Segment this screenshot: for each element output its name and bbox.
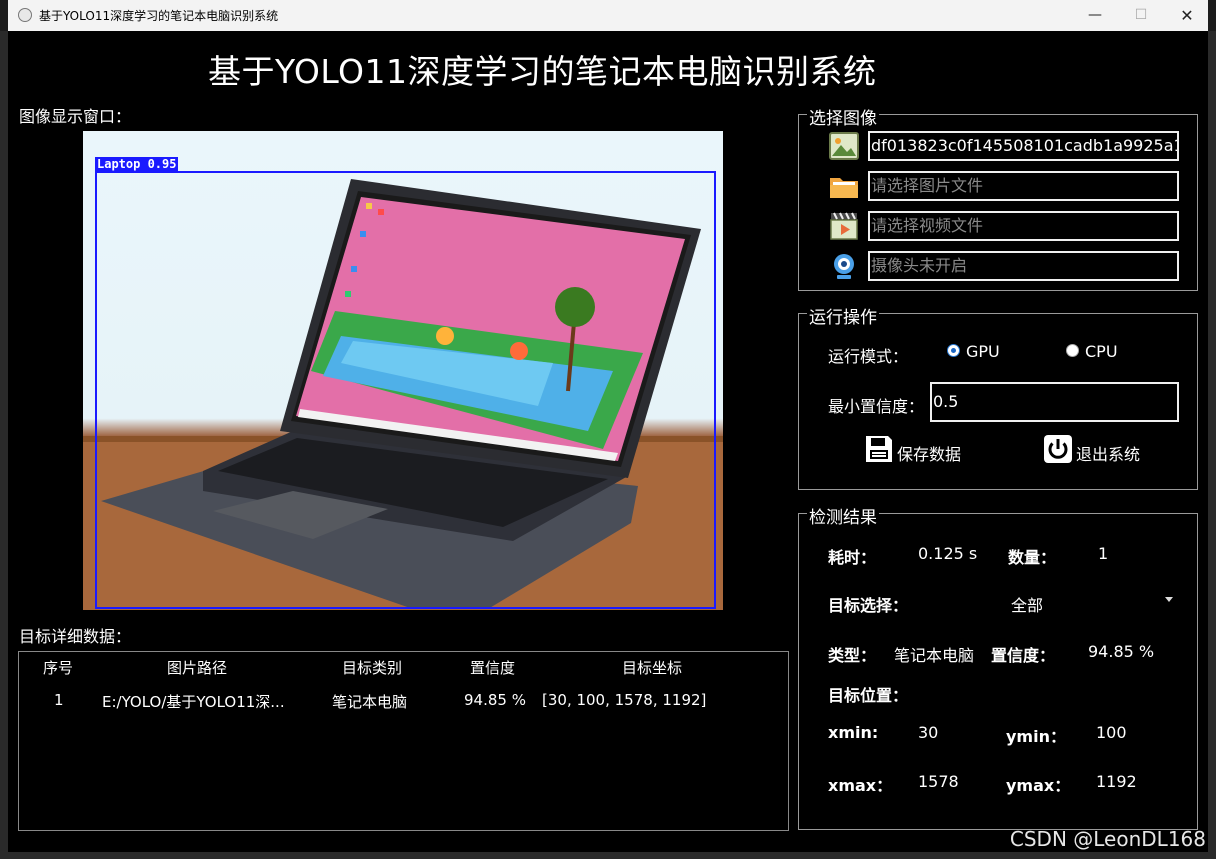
exit-button[interactable]: 退出系统 (1043, 434, 1153, 466)
type-label: 类型： (828, 646, 877, 665)
cell-index: 1 (54, 691, 64, 709)
results-title: 检测结果 (807, 503, 879, 528)
cell-confidence: 94.85 % (464, 691, 526, 709)
details-label: 目标详细数据： (19, 627, 132, 646)
close-button[interactable]: ✕ (1164, 0, 1210, 31)
time-label: 耗时： (828, 548, 877, 567)
chevron-down-icon[interactable] (1165, 597, 1173, 602)
webcam-icon[interactable] (828, 251, 860, 281)
detection-label: Laptop 0.95 (95, 157, 179, 171)
target-select-dropdown[interactable]: 全部 (998, 587, 1178, 615)
conf-value: 94.85 % (1088, 642, 1155, 661)
minimize-button[interactable]: — (1072, 0, 1118, 31)
xmin-label: xmin: (828, 723, 879, 742)
save-button-label: 保存数据 (897, 445, 962, 464)
target-select-label: 目标选择： (828, 596, 909, 615)
time-value: 0.125 s (918, 544, 978, 563)
detection-box (95, 171, 716, 609)
camera-field[interactable]: 摄像头未开启 (868, 251, 1179, 281)
ymin-label: ymin： (1006, 727, 1066, 746)
maximize-button[interactable]: ☐ (1118, 0, 1164, 31)
column-header-confidence[interactable]: 置信度 (470, 657, 515, 678)
app-icon (18, 8, 32, 22)
xmax-label: xmax： (828, 776, 893, 795)
min-conf-label: 最小置信度： (828, 397, 925, 416)
select-image-title: 选择图像 (807, 104, 879, 129)
gpu-radio[interactable] (947, 344, 960, 357)
cell-path: E:/YOLO/基于YOLO11深... (102, 693, 285, 711)
ymax-label: ymax： (1006, 776, 1071, 795)
folder-icon[interactable] (828, 171, 860, 201)
xmax-value: 1578 (918, 772, 959, 791)
column-header-path[interactable]: 图片路径 (167, 657, 227, 678)
image-display: Laptop 0.95 (83, 131, 723, 610)
bottom-edge (0, 852, 1216, 859)
min-conf-input[interactable]: 0.5 (930, 382, 1179, 422)
cell-class: 笔记本电脑 (332, 693, 408, 711)
position-label: 目标位置： (828, 686, 909, 705)
ymax-value: 1192 (1096, 772, 1137, 791)
image-panel-label: 图像显示窗口： (19, 107, 132, 126)
column-header-coords[interactable]: 目标坐标 (622, 657, 682, 678)
image-folder-field[interactable]: 请选择图片文件 (868, 171, 1179, 201)
operations-title: 运行操作 (807, 303, 879, 328)
column-header-index[interactable]: 序号 (43, 657, 73, 678)
count-label: 数量： (1008, 548, 1057, 567)
mode-label: 运行模式： (828, 347, 909, 366)
power-icon (1044, 435, 1072, 463)
video-file-field[interactable]: 请选择视频文件 (868, 211, 1179, 241)
save-button[interactable]: 保存数据 (864, 434, 964, 466)
column-header-class[interactable]: 目标类别 (342, 657, 402, 678)
count-value: 1 (1098, 544, 1109, 563)
cell-coords: [30, 100, 1578, 1192] (542, 691, 707, 709)
conf-label: 置信度： (991, 646, 1056, 665)
details-table[interactable]: 序号 图片路径 目标类别 置信度 目标坐标 1 E:/YOLO/基于YOLO11… (18, 651, 789, 831)
type-value: 笔记本电脑 (894, 646, 975, 665)
window-titlebar: 基于YOLO11深度学习的笔记本电脑识别系统 — ☐ ✕ (8, 0, 1208, 31)
cpu-radio[interactable] (1066, 344, 1079, 357)
right-edge (1208, 31, 1216, 852)
window-title: 基于YOLO11深度学习的笔记本电脑识别系统 (39, 9, 279, 23)
main-window: 基于YOLO11深度学习的笔记本电脑识别系统 图像显示窗口： Laptop 0.… (8, 31, 1208, 852)
page-title: 基于YOLO11深度学习的笔记本电脑识别系统 (208, 52, 877, 91)
image-file-field[interactable]: df013823c0f145508101cadb1a9925a1.jpg (868, 131, 1179, 161)
gpu-radio-label[interactable]: GPU (966, 342, 1000, 361)
cpu-radio-label[interactable]: CPU (1085, 342, 1118, 361)
exit-button-label: 退出系统 (1076, 445, 1141, 464)
target-select-value: 全部 (1011, 596, 1044, 615)
left-edge (0, 31, 8, 852)
image-icon[interactable] (828, 131, 860, 161)
video-icon[interactable] (828, 211, 860, 241)
ymin-value: 100 (1096, 723, 1127, 742)
xmin-value: 30 (918, 723, 939, 742)
save-icon (866, 436, 892, 462)
watermark: CSDN @LeonDL168 (1009, 827, 1206, 851)
